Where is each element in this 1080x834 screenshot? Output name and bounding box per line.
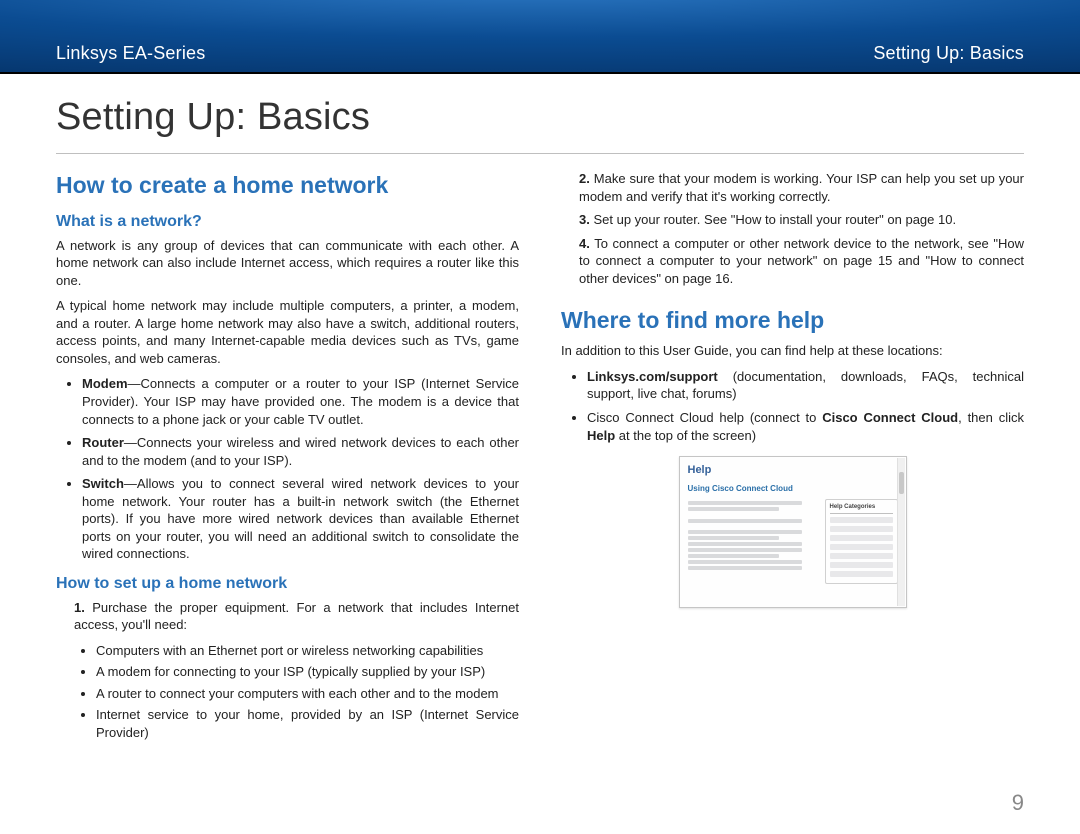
help-content-preview: [688, 499, 818, 572]
list-item: 4. To connect a computer or other networ…: [579, 235, 1024, 288]
list-item: 1. Purchase the proper equipment. For a …: [74, 599, 519, 634]
list-item: Computers with an Ethernet port or wirel…: [96, 642, 519, 660]
help-window-title: Help: [688, 463, 898, 478]
page-number: 9: [1012, 790, 1024, 816]
page-body: Setting Up: Basics How to create a home …: [0, 74, 1080, 749]
sub-heading: How to set up a home network: [56, 573, 519, 595]
list-item: A modem for connecting to your ISP (typi…: [96, 663, 519, 681]
header-right: Setting Up: Basics: [873, 43, 1024, 64]
scrollbar: [897, 458, 905, 606]
section-heading: Where to find more help: [561, 305, 1024, 336]
list-item: Switch—Allows you to connect several wir…: [82, 475, 519, 563]
list-item: Router—Connects your wireless and wired …: [82, 434, 519, 469]
header-left: Linksys EA-Series: [56, 43, 205, 64]
help-categories-box: Help Categories: [825, 499, 898, 584]
list-item: Linksys.com/support (documentation, down…: [587, 368, 1024, 403]
page-header: Linksys EA-Series Setting Up: Basics: [0, 0, 1080, 72]
help-section-title: Using Cisco Connect Cloud: [688, 484, 898, 495]
definition-list: Modem—Connects a computer or a router to…: [56, 375, 519, 562]
list-item: Internet service to your home, provided …: [96, 706, 519, 741]
help-screenshot: Help Using Cisco Connect Cloud Help Cate…: [679, 456, 907, 608]
ordered-list: 1. Purchase the proper equipment. For a …: [56, 599, 519, 634]
paragraph: In addition to this User Guide, you can …: [561, 342, 1024, 360]
list-item: Modem—Connects a computer or a router to…: [82, 375, 519, 428]
ordered-list-cont: 2. Make sure that your modem is working.…: [561, 170, 1024, 287]
sub-heading: What is a network?: [56, 211, 519, 233]
paragraph: A typical home network may include multi…: [56, 297, 519, 367]
page-title: Setting Up: Basics: [56, 96, 1024, 154]
list-item: A router to connect your computers with …: [96, 685, 519, 703]
right-column: 2. Make sure that your modem is working.…: [561, 170, 1024, 749]
paragraph: A network is any group of devices that c…: [56, 237, 519, 290]
help-categories-label: Help Categories: [830, 503, 893, 514]
help-locations-list: Linksys.com/support (documentation, down…: [561, 368, 1024, 444]
left-column: How to create a home network What is a n…: [56, 170, 519, 749]
list-item: Cisco Connect Cloud help (connect to Cis…: [587, 409, 1024, 444]
list-item: 3. Set up your router. See "How to insta…: [579, 211, 1024, 229]
sub-bullet-list: Computers with an Ethernet port or wirel…: [56, 642, 519, 742]
list-item: 2. Make sure that your modem is working.…: [579, 170, 1024, 205]
section-heading: How to create a home network: [56, 170, 519, 201]
